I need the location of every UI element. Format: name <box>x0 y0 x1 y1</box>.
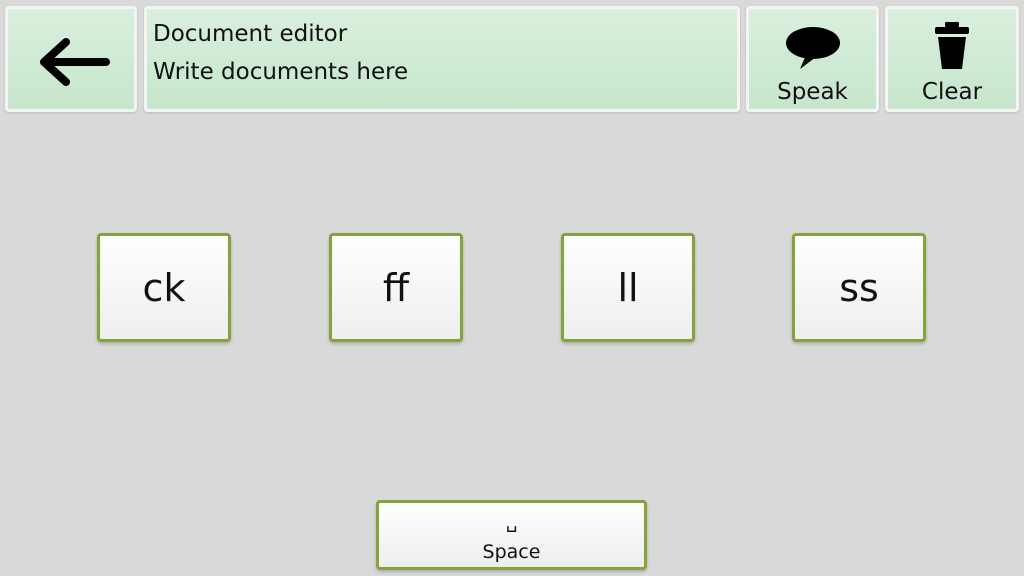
key-ll[interactable]: ll <box>561 233 695 342</box>
back-button[interactable] <box>5 6 137 112</box>
arrow-left-icon <box>40 38 110 86</box>
aac-screen: Document editor Write documents here Spe… <box>0 0 1024 576</box>
document-text-display[interactable]: Document editor Write documents here <box>144 6 740 112</box>
clear-label: Clear <box>921 79 983 105</box>
speak-label: Speak <box>777 79 848 105</box>
space-icon: ␣ <box>505 512 518 533</box>
space-key[interactable]: ␣ Space <box>376 500 647 570</box>
space-label: Space <box>482 541 541 563</box>
key-ff[interactable]: ff <box>329 233 463 342</box>
key-ck[interactable]: ck <box>97 233 231 342</box>
document-text-line-1: Document editor <box>153 21 348 47</box>
speech-bubble-icon <box>785 27 840 69</box>
speak-button[interactable]: Speak <box>746 6 879 112</box>
key-ss[interactable]: ss <box>792 233 926 342</box>
document-text-line-2: Write documents here <box>153 59 409 85</box>
trash-icon <box>935 22 969 69</box>
clear-button[interactable]: Clear <box>885 6 1019 112</box>
